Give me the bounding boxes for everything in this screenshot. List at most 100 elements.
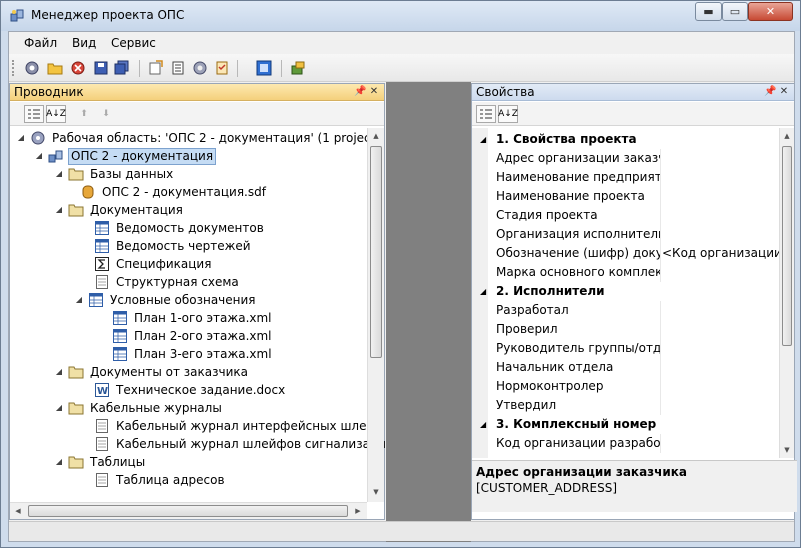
expander-icon[interactable]: ◢	[34, 147, 44, 165]
arrow-up-icon[interactable]: ⬆	[74, 105, 94, 123]
categorized-icon[interactable]	[476, 105, 496, 123]
scroll-left-icon[interactable]: ◀	[10, 503, 26, 519]
property-row[interactable]: Разработал	[472, 301, 781, 320]
collapse-icon[interactable]: ◢	[480, 415, 486, 434]
column-divider[interactable]	[660, 263, 661, 282]
expander-icon[interactable]: ◢	[16, 129, 26, 147]
tree-item-file[interactable]: Структурная схема	[94, 273, 241, 291]
pin-icon[interactable]: 📌	[764, 85, 776, 99]
scroll-thumb[interactable]	[28, 505, 348, 517]
column-divider[interactable]	[660, 301, 661, 320]
column-divider[interactable]	[660, 168, 661, 187]
expander-icon[interactable]: ◢	[54, 399, 64, 417]
close-window-button[interactable]: ✕	[748, 2, 793, 21]
tree-item-file[interactable]: Ведомость чертежей	[94, 237, 253, 255]
collapse-icon[interactable]: ◢	[480, 282, 486, 301]
property-category[interactable]: ◢ 1. Свойства проекта	[472, 130, 781, 149]
column-divider[interactable]	[660, 187, 661, 206]
property-row[interactable]: Адрес организации заказчика	[472, 149, 781, 168]
export-icon[interactable]	[147, 59, 165, 77]
expander-icon[interactable]: ◢	[54, 165, 64, 183]
arrow-down-icon[interactable]: ⬇	[96, 105, 116, 123]
settings-icon[interactable]	[23, 59, 41, 77]
tree-item-workspace[interactable]: ◢ Рабочая область: 'ОПС 2 - документация…	[16, 129, 373, 147]
close-pane-icon[interactable]: ✕	[778, 85, 790, 99]
column-divider[interactable]	[660, 320, 661, 339]
tree-item-file[interactable]: Кабельный журнал интерфейсных шлейфов	[94, 417, 373, 435]
tree-item-folder[interactable]: ◢ Кабельные журналы	[54, 399, 224, 417]
tree-item-group[interactable]: ◢ Условные обозначения	[74, 291, 258, 309]
property-row[interactable]: Марка основного комплекта	[472, 263, 781, 282]
maximize-button[interactable]: ▭	[722, 2, 748, 21]
tree-item-file[interactable]: Ведомость документов	[94, 219, 266, 237]
tree-item-folder[interactable]: ◢ Документы от заказчика	[54, 363, 250, 381]
tree-item-file[interactable]: План 1-ого этажа.xml	[112, 309, 274, 327]
column-divider[interactable]	[660, 225, 661, 244]
report-icon[interactable]	[213, 59, 231, 77]
collapse-icon[interactable]: ◢	[480, 130, 486, 149]
tree-item-file[interactable]: План 3-его этажа.xml	[112, 345, 274, 363]
property-row[interactable]: Руководитель группы/отдела	[472, 339, 781, 358]
sort-alpha-icon[interactable]: A↓Z	[498, 105, 518, 123]
property-row[interactable]: Обозначение (шифр) документа<Код организ…	[472, 244, 781, 263]
property-value[interactable]: <Код организации р	[662, 244, 781, 263]
property-category[interactable]: ◢ 2. Исполнители	[472, 282, 781, 301]
property-row[interactable]: Наименование проекта	[472, 187, 781, 206]
scroll-thumb[interactable]	[370, 146, 382, 358]
tree-item-folder[interactable]: ◢ Таблицы	[54, 453, 147, 471]
tree-item-file[interactable]: Кабельный журнал шлейфов сигнализации	[94, 435, 396, 453]
categorized-icon[interactable]	[24, 105, 44, 123]
expander-icon[interactable]: ◢	[74, 291, 84, 309]
title-bar[interactable]: Менеджер проекта ОПС ▬ ▭ ✕	[1, 1, 800, 31]
expander-icon[interactable]: ◢	[54, 453, 64, 471]
property-row[interactable]: Начальник отдела	[472, 358, 781, 377]
menu-view[interactable]: Вид	[72, 36, 96, 50]
property-row[interactable]: Организация исполнитель проекта	[472, 225, 781, 244]
document-icon[interactable]	[169, 59, 187, 77]
menu-service[interactable]: Сервис	[111, 36, 156, 50]
gear-icon[interactable]	[191, 59, 209, 77]
column-divider[interactable]	[660, 358, 661, 377]
column-divider[interactable]	[660, 339, 661, 358]
toolbar-grip[interactable]	[12, 60, 15, 76]
close-pane-icon[interactable]: ✕	[368, 85, 380, 99]
column-divider[interactable]	[660, 206, 661, 225]
tree-item-project[interactable]: ◢ ОПС 2 - документация	[34, 147, 217, 165]
property-row[interactable]: Стадия проекта	[472, 206, 781, 225]
scroll-up-icon[interactable]: ▲	[780, 128, 794, 144]
scroll-right-icon[interactable]: ▶	[350, 503, 366, 519]
wizard-icon[interactable]	[289, 59, 307, 77]
sort-alpha-icon[interactable]: A↓Z	[46, 105, 66, 123]
menu-file[interactable]: Файл	[24, 36, 57, 50]
properties-vertical-scrollbar[interactable]: ▲ ▼	[779, 128, 794, 458]
property-row[interactable]: Утвердил	[472, 396, 781, 415]
column-divider[interactable]	[660, 149, 661, 168]
explorer-vertical-scrollbar[interactable]: ▲ ▼	[367, 128, 384, 502]
column-divider[interactable]	[660, 377, 661, 396]
tree-item-file[interactable]: Таблица адресов	[94, 471, 227, 489]
property-row[interactable]: Наименование предприятия	[472, 168, 781, 187]
explorer-horizontal-scrollbar[interactable]: ◀ ▶	[10, 502, 367, 519]
property-row[interactable]: Нормоконтролер	[472, 377, 781, 396]
column-divider[interactable]	[660, 434, 661, 453]
property-category[interactable]: ◢ 3. Комплексный номер	[472, 415, 781, 434]
tree-item-file[interactable]: План 2-ого этажа.xml	[112, 327, 274, 345]
open-folder-icon[interactable]	[46, 59, 64, 77]
close-project-icon[interactable]	[69, 59, 87, 77]
tree-item-file[interactable]: ОПС 2 - документация.sdf	[80, 183, 268, 201]
column-divider[interactable]	[660, 396, 661, 415]
expander-icon[interactable]: ◢	[54, 363, 64, 381]
tree-item-file[interactable]: W Техническое задание.docx	[94, 381, 287, 399]
scroll-up-icon[interactable]: ▲	[368, 128, 384, 144]
property-row[interactable]: Проверил	[472, 320, 781, 339]
board-icon[interactable]	[255, 59, 273, 77]
save-icon[interactable]	[92, 59, 110, 77]
property-row[interactable]: Код организации разработчика	[472, 434, 781, 453]
scroll-down-icon[interactable]: ▼	[368, 484, 384, 500]
tree-item-file[interactable]: Спецификация	[94, 255, 213, 273]
scroll-down-icon[interactable]: ▼	[780, 442, 794, 458]
scroll-thumb[interactable]	[782, 146, 792, 346]
column-divider[interactable]	[660, 244, 661, 263]
tree-item-folder[interactable]: ◢ Базы данных	[54, 165, 175, 183]
expander-icon[interactable]: ◢	[54, 201, 64, 219]
